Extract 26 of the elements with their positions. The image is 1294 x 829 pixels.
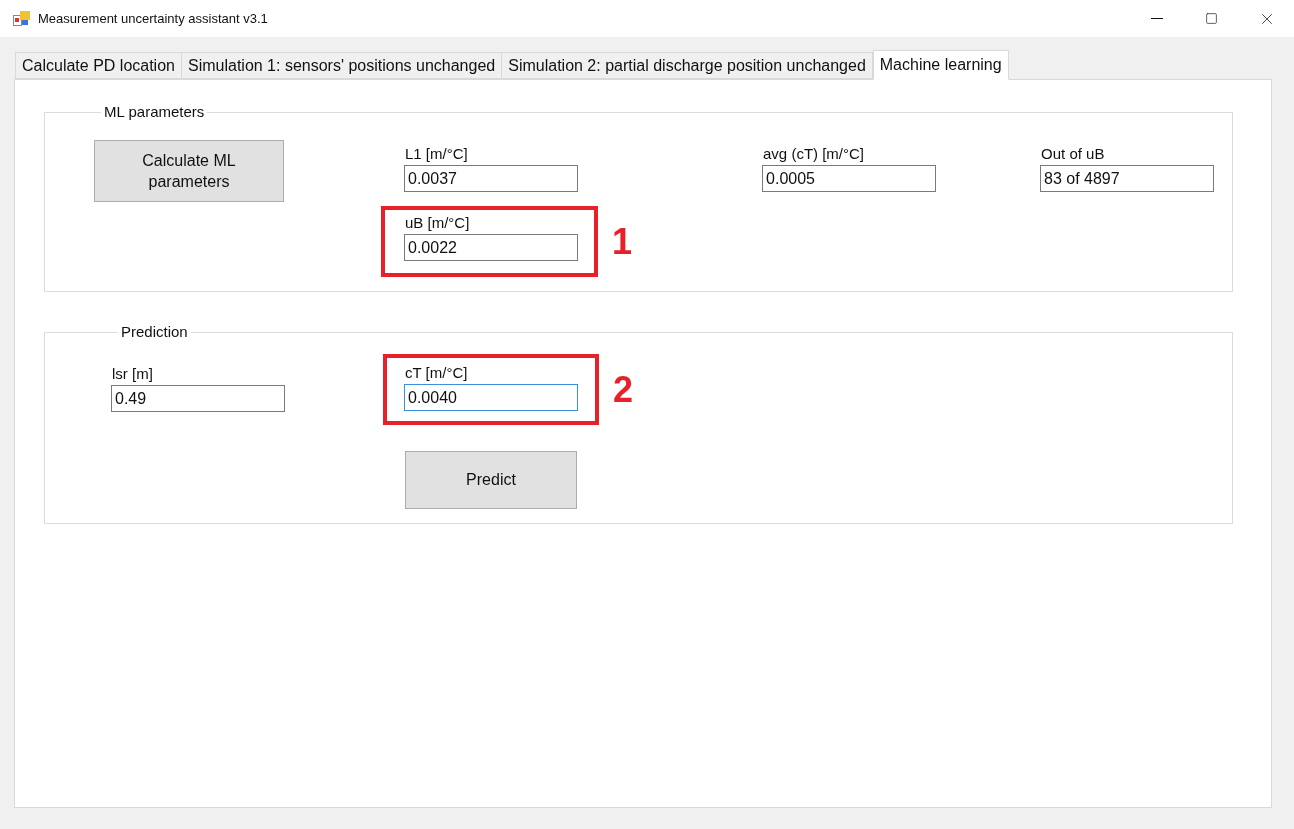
callout-number: 2 — [613, 371, 634, 408]
tab[interactable]: Calculate PD location — [15, 52, 182, 79]
group-title: ML parameters — [103, 104, 206, 120]
text-field[interactable]: 0.49 — [111, 385, 285, 412]
window-title: Measurement uncertainty assistant v3.1 — [38, 9, 268, 28]
field-label: lsr [m] — [111, 364, 154, 383]
calculate-button[interactable]: Calculate ML parameters — [94, 140, 284, 202]
tab[interactable]: Simulation 2: partial discharge position unchanged — [501, 52, 873, 79]
field-label: Out of uB — [1040, 144, 1106, 163]
tab[interactable]: Machine learning — [872, 50, 1009, 80]
callout-number: 1 — [612, 223, 633, 260]
text-field[interactable]: 0.0040 — [404, 384, 578, 411]
text-field[interactable]: 0.0005 — [762, 165, 937, 192]
field-label: L1 [m/°C] — [404, 144, 469, 163]
group-title: Prediction — [120, 324, 189, 340]
field-label: uB [m/°C] — [404, 213, 471, 232]
tab[interactable]: Simulation 1: sensors' positions unchanged — [180, 52, 503, 79]
field-label: cT [m/°C] — [404, 363, 469, 382]
text-field[interactable]: 83 of 4897 — [1040, 165, 1215, 192]
text-field[interactable]: 0.0022 — [404, 234, 578, 261]
text-field[interactable]: 0.0037 — [404, 165, 578, 192]
maximize-icon — [1205, 12, 1218, 25]
app-icon — [13, 11, 30, 26]
field-label: avg (cT) [m/°C] — [762, 144, 866, 163]
minimize-icon — [1150, 18, 1163, 19]
predict-button[interactable]: Predict — [405, 451, 577, 509]
